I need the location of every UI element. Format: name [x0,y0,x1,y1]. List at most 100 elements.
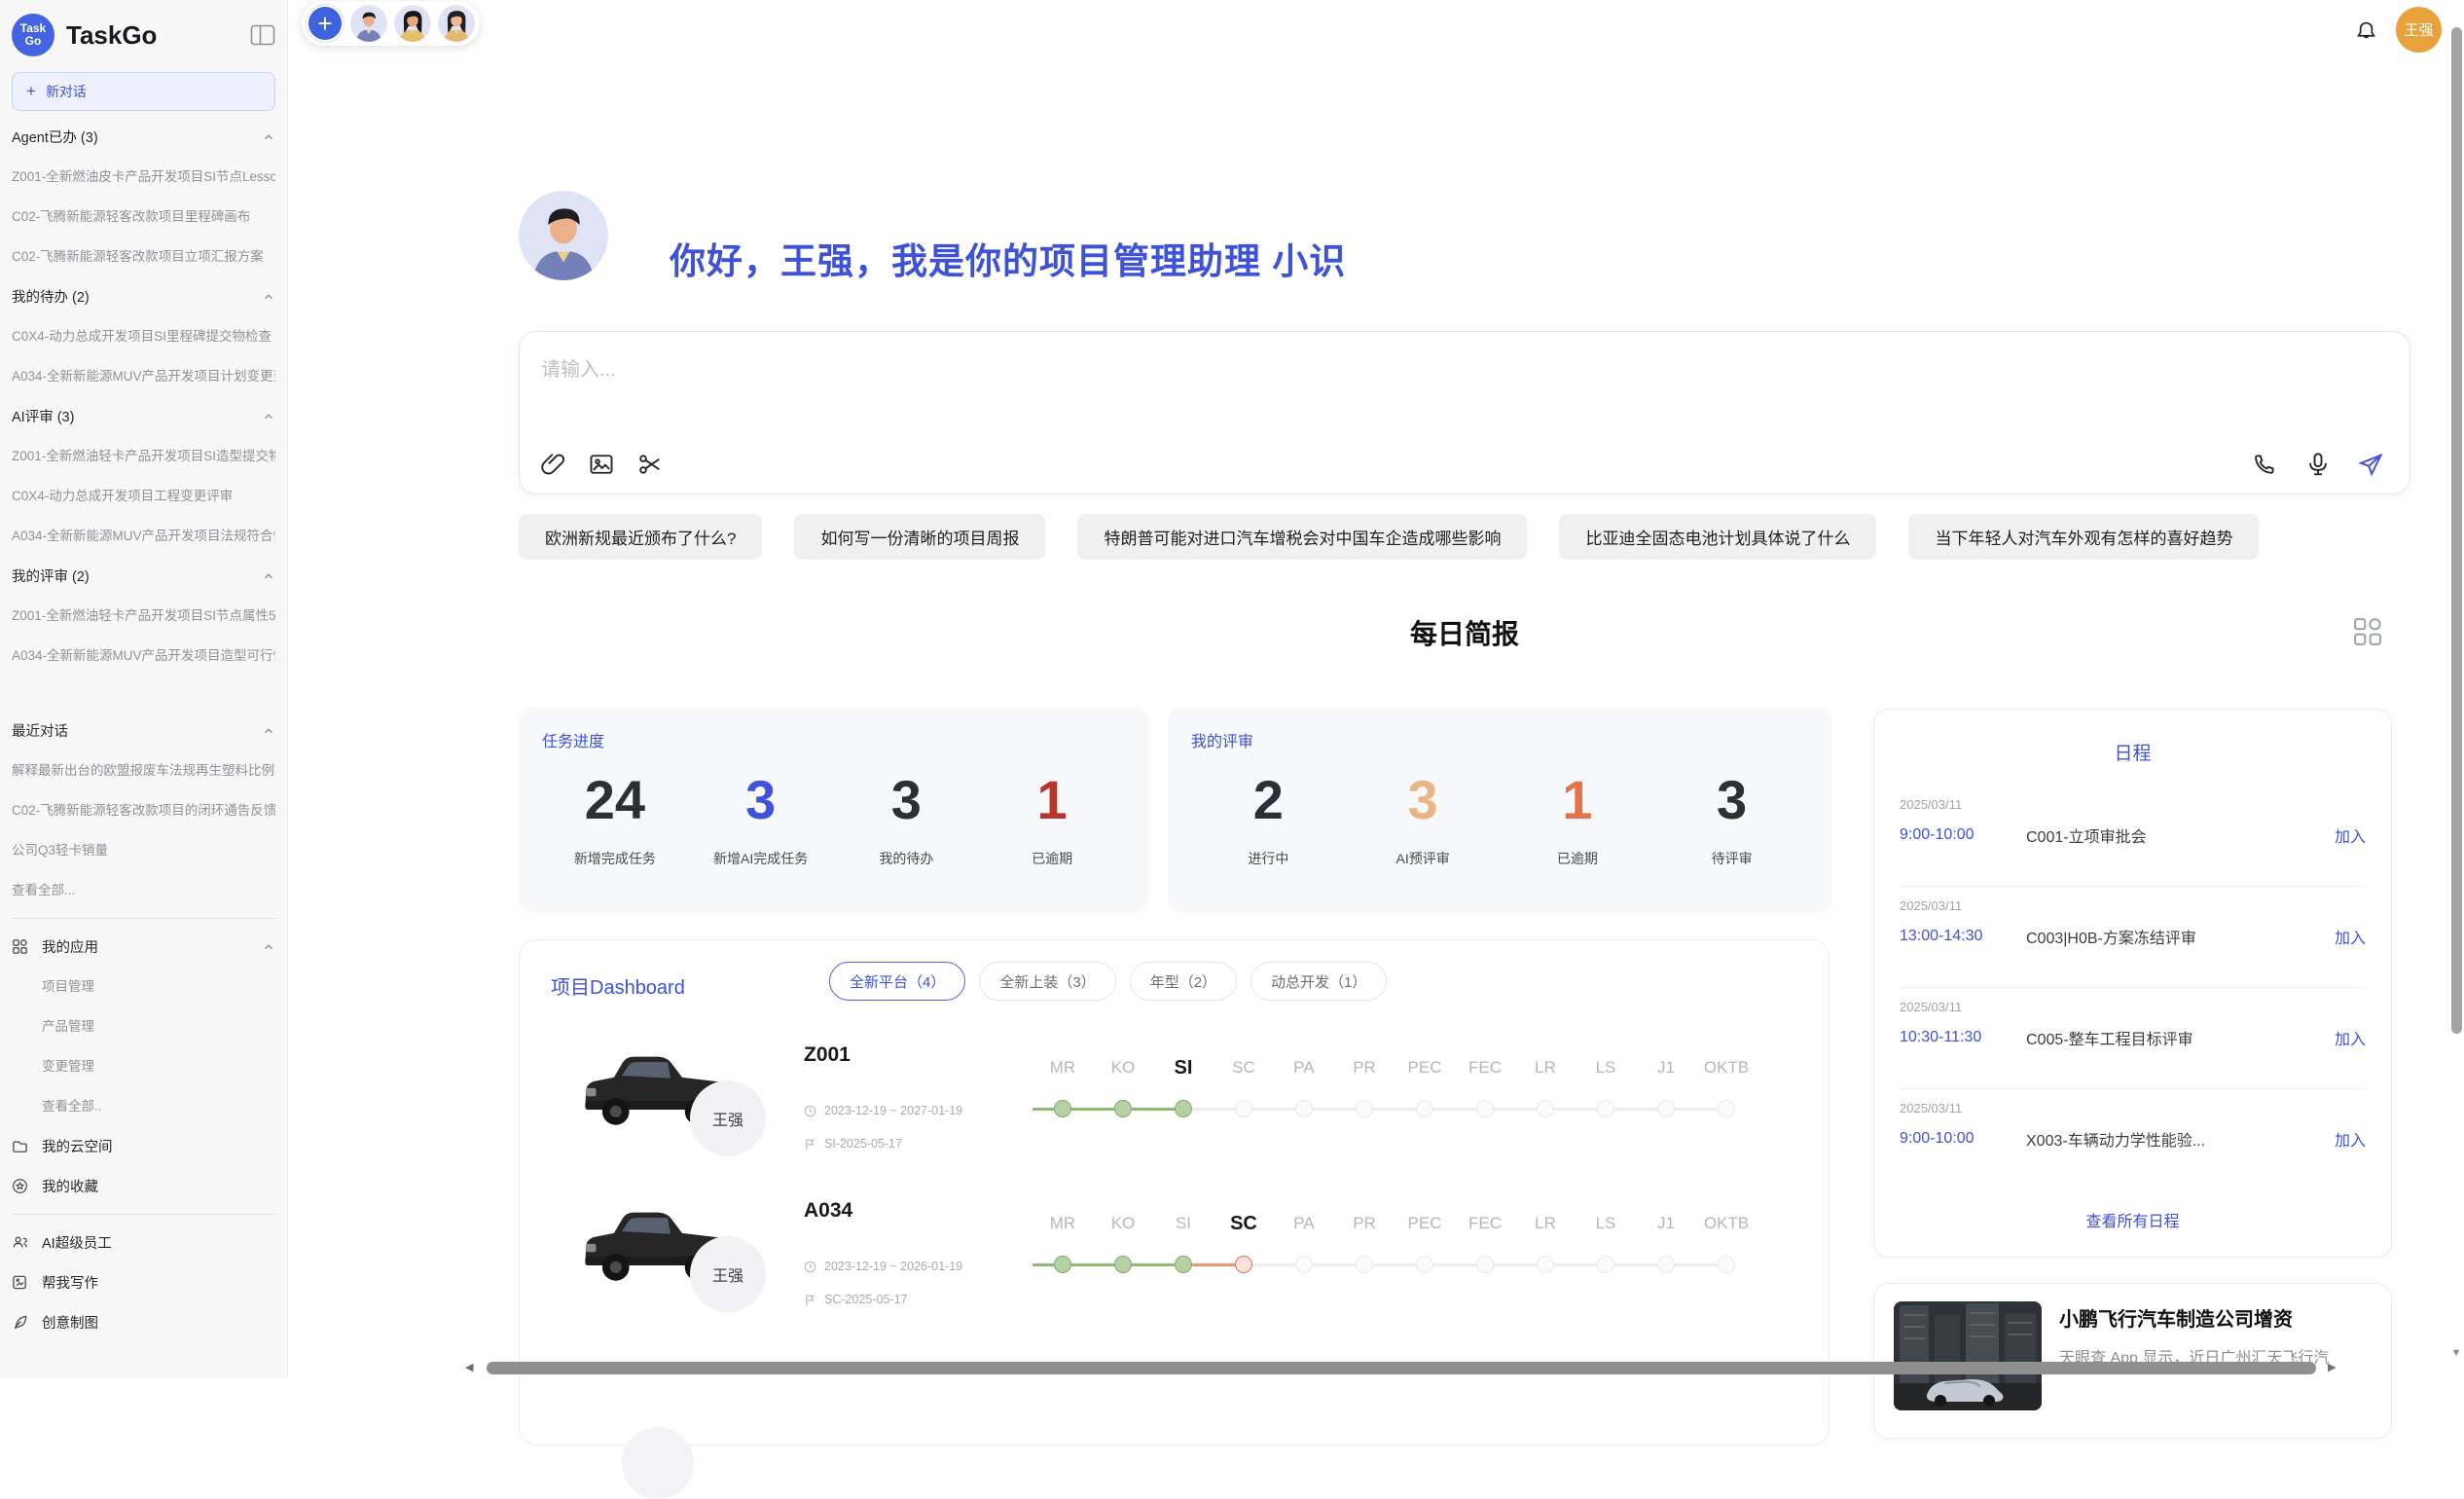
stat-column: 3待评审 [1679,765,1786,868]
dashboard-tab[interactable]: 全新上装（3） [979,962,1115,1001]
scroll-down-arrow-icon[interactable]: ▼ [2450,1347,2462,1359]
sidebar-item-favorites[interactable]: 我的收藏 [12,1166,275,1206]
schedule-event: 2025/03/1113:00-14:30C003|H0B-方案冻结评审加入 [1900,887,2366,988]
scroll-right-arrow-icon[interactable]: ▶ [2328,1362,2336,1374]
milestone-label: J1 [1636,1053,1696,1082]
suggestion-chip[interactable]: 当下年轻人对汽车外观有怎样的喜好趋势 [1908,514,2259,560]
sidebar-item[interactable]: A034-全新新能源MUV产品开发项目造型可行性评审 [12,636,275,676]
send-icon[interactable] [2357,451,2384,478]
attachment-icon[interactable] [539,451,566,478]
project-row[interactable]: 王强Z0012023-12-19 ~ 2027-01-19SI-2025-05-… [520,1024,1829,1180]
dashboard-tab[interactable]: 全新平台（4） [829,962,965,1001]
suggestion-chip[interactable]: 如何写一份清晰的项目周报 [794,514,1045,560]
milestone-node [1537,1256,1554,1273]
image-icon[interactable] [588,451,615,478]
suggestion-chip[interactable]: 比亚迪全固态电池计划具体说了什么 [1559,514,1876,560]
sidebar-section-header[interactable]: 最近对话 [12,711,275,750]
ai-employee-label: AI超级员工 [42,1232,112,1253]
my-apps-subitem[interactable]: 变更管理 [12,1046,275,1086]
project-owner-avatar: 王强 [690,1236,766,1312]
event-join-link[interactable]: 加入 [2335,1026,2366,1049]
sidebar-item[interactable]: C02-飞腾新能源轻客改款项目立项汇报方案 [12,237,275,276]
sidebar-section-header[interactable]: AI评审 (3) [12,396,275,436]
sidebar-item[interactable]: C02-飞腾新能源轻客改款项目里程碑画布 [12,197,275,237]
creative-draw-label: 创意制图 [42,1312,98,1333]
sidebar: Task Go TaskGo + 新对话 Agent已办 (3)Z001-全新燃… [0,0,288,1378]
scissors-icon[interactable] [636,451,664,478]
user-avatar[interactable]: 王强 [2396,7,2442,53]
event-join-link[interactable]: 加入 [2335,925,2366,948]
milestone-node-row [1696,1246,1757,1285]
sidebar-item[interactable]: 查看全部... [12,870,275,910]
sidebar-divider [12,918,275,919]
notification-bell-icon[interactable] [2353,18,2379,45]
milestone: SI [1153,1053,1214,1129]
event-join-link[interactable]: 加入 [2335,823,2366,847]
layout-grid-icon[interactable] [2353,617,2382,646]
dashboard-tab[interactable]: 动总开发（1） [1250,962,1387,1001]
sidebar-item[interactable]: 公司Q3轻卡销量 [12,830,275,870]
milestone-label: PEC [1395,1209,1455,1238]
sidebar-item[interactable]: Z001-全新燃油轻卡产品开发项目SI造型提交物评审 [12,436,275,476]
sidebar-item[interactable]: C02-飞腾新能源轻客改款项目的闭环通告反馈情况 [12,790,275,830]
my-apps-subitem[interactable]: 查看全部.. [12,1086,275,1126]
horizontal-scrollbar-thumb[interactable] [487,1362,2316,1374]
milestone-node-row [1455,1246,1515,1285]
microphone-icon[interactable] [2304,451,2332,478]
stat-label: AI预评审 [1369,849,1476,868]
chat-input-box[interactable]: 请输入... [519,331,2410,494]
event-name: C001-立项审批会 [2026,823,2335,847]
event-date: 2025/03/11 [1900,898,2366,913]
sidebar-item[interactable]: C0X4-动力总成开发项目SI里程碑提交物检查 [12,316,275,356]
sidebar-item-help-write[interactable]: 帮我写作 [12,1262,275,1302]
project-dates: 2023-12-19 ~ 2027-01-19 [804,1104,962,1117]
event-date: 2025/03/11 [1900,797,2366,812]
phone-call-icon[interactable] [2252,451,2279,478]
milestone-node [1718,1100,1735,1117]
sidebar-section-header[interactable]: 我的待办 (2) [12,276,275,316]
project-dashboard-tabs: 全新平台（4） 全新上装（3） 年型（2） 动总开发（1） [829,962,1387,1001]
new-chat-button[interactable]: + 新对话 [12,72,275,111]
sidebar-item-creative-draw[interactable]: 创意制图 [12,1302,275,1342]
app-logo: Task Go [12,14,54,56]
milestone: KO [1093,1053,1153,1129]
sidebar-item-ai-employee[interactable]: AI超级员工 [12,1223,275,1262]
add-session-button[interactable]: + [307,5,344,42]
suggestion-chip[interactable]: 特朗普可能对进口汽车增税会对中国车企造成哪些影响 [1077,514,1527,560]
sidebar-item[interactable]: A034-全新新能源MUV产品开发项目法规符合性评审 [12,516,275,556]
milestone-node [1114,1100,1132,1117]
sidebar-item[interactable]: Z001-全新燃油轻卡产品开发项目SI节点属性5D文件评审 [12,596,275,636]
vertical-scrollbar[interactable] [2451,27,2462,1034]
view-all-schedule-link[interactable]: 查看所有日程 [1874,1208,2391,1231]
stat-value: 1 [998,765,1105,835]
cloud-space-label: 我的云空间 [42,1136,113,1156]
milestone-label: LR [1515,1209,1576,1238]
sidebar-section-label: 我的待办 (2) [12,286,90,307]
sidebar-section-header[interactable]: 我的评审 (2) [12,556,275,596]
project-row[interactable]: 王强A0342023-12-19 ~ 2026-01-19SC-2025-05-… [520,1180,1829,1335]
dashboard-tab[interactable]: 年型（2） [1130,962,1237,1001]
sidebar-item-cloud-space[interactable]: 我的云空间 [12,1126,275,1166]
milestone-node-row [1093,1090,1153,1129]
sidebar-item[interactable]: A034-全新新能源MUV产品开发项目计划变更变编写 [12,356,275,396]
milestone: MR [1033,1053,1093,1129]
my-apps-subitem[interactable]: 项目管理 [12,967,275,1006]
sidebar-item[interactable]: C0X4-动力总成开发项目工程变更评审 [12,476,275,516]
suggestion-chip[interactable]: 欧洲新规最近颁布了什么? [519,514,762,560]
sidebar-section-header[interactable]: Agent已办 (3) [12,117,275,157]
daily-brief-title: 每日简报 [519,613,2410,652]
sidebar-item[interactable]: Z001-全新燃油皮卡产品开发项目SI节点Lesson Learn报告 [12,157,275,197]
scroll-left-arrow-icon[interactable]: ◀ [465,1362,473,1374]
event-join-link[interactable]: 加入 [2335,1127,2366,1151]
stat-label: 新增完成任务 [562,849,669,868]
sidebar-item[interactable]: 解释最新出台的欧盟报废车法规再生塑料比例被调至15%... [12,750,275,790]
milestone: MR [1033,1209,1093,1285]
stat-column: 3新增AI完成任务 [707,765,815,868]
my-apps-subitem[interactable]: 产品管理 [12,1006,275,1046]
sidebar-item-my-apps[interactable]: 我的应用 [12,927,275,967]
composer-actions [2252,451,2384,478]
sidebar-collapse-icon[interactable] [250,23,275,47]
session-avatar-3[interactable] [438,5,475,42]
session-avatar-2[interactable] [394,5,431,42]
session-avatar-1[interactable] [350,5,387,42]
